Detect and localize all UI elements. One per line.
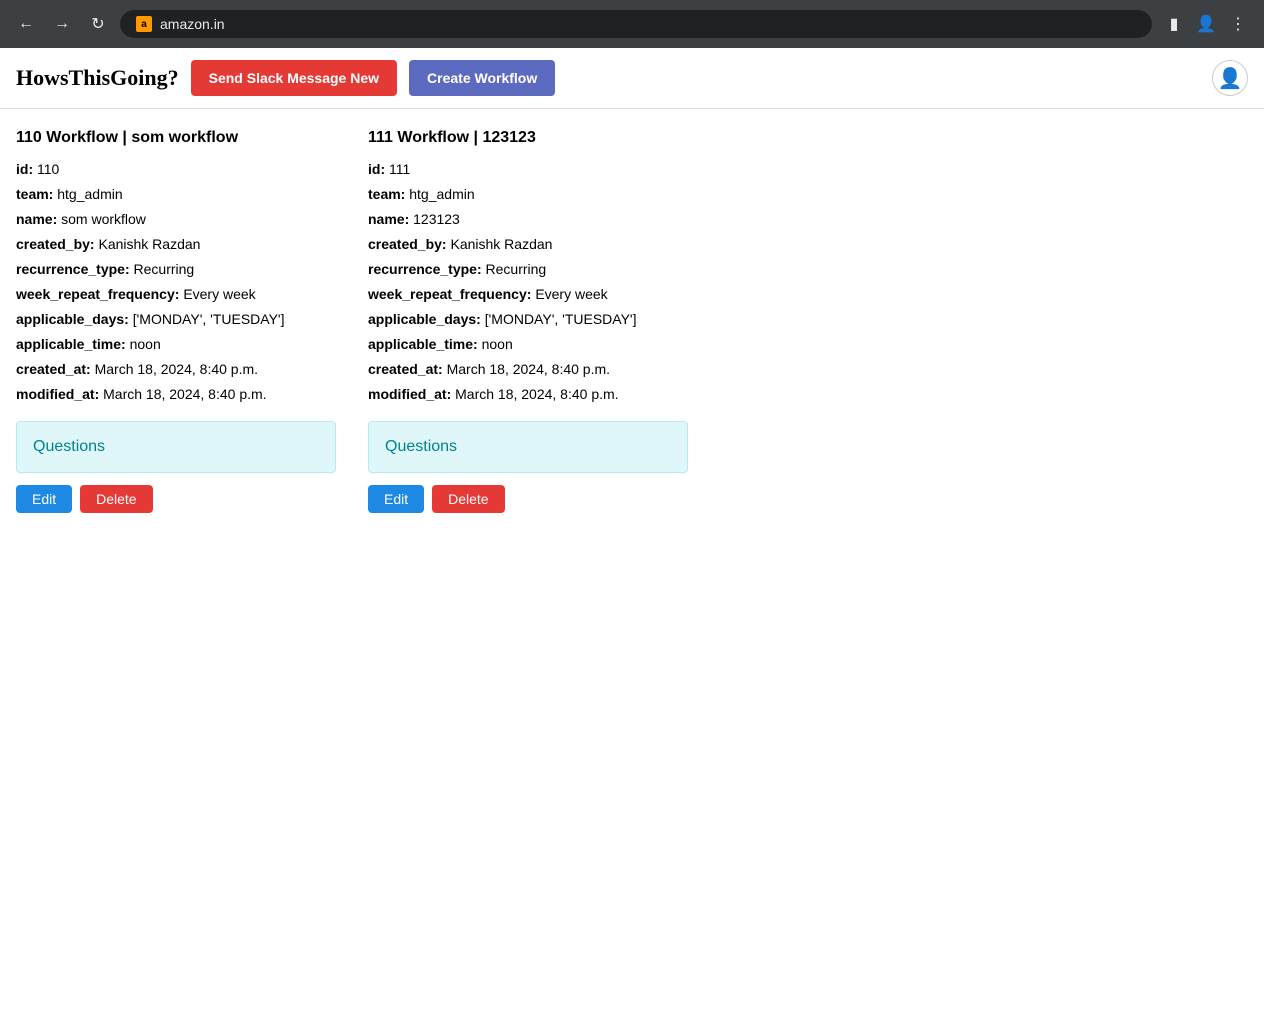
workflow-2-applicable-time-value: noon — [482, 336, 513, 352]
address-bar[interactable]: a amazon.in — [120, 10, 1152, 38]
workflow-1-team-value: htg_admin — [57, 186, 122, 202]
app-header: HowsThisGoing? Send Slack Message New Cr… — [0, 48, 1264, 109]
workflow-2-created-by-value: Kanishk Razdan — [450, 236, 552, 252]
applicable-time-label: applicable_time: — [16, 336, 126, 352]
workflow-2-week-freq-value: Every week — [535, 286, 607, 302]
created-by-label: created_by: — [16, 236, 95, 252]
workflow-card-1: 110 Workflow | som workflow id: 110 team… — [16, 129, 336, 513]
workflow-2-week-freq-field: week_repeat_frequency: Every week — [368, 284, 688, 305]
workflow-2-applicable-days-field: applicable_days: ['MONDAY', 'TUESDAY'] — [368, 309, 688, 330]
browser-right-icons: ▮ 👤 ⋮ — [1160, 10, 1252, 38]
workflow-1-questions-label: Questions — [33, 438, 105, 455]
workflow-2-created-at-field: created_at: March 18, 2024, 8:40 p.m. — [368, 359, 688, 380]
workflow-2-name-field: name: 123123 — [368, 209, 688, 230]
workflow-2-team-value: htg_admin — [409, 186, 474, 202]
workflow-1-week-freq-field: week_repeat_frequency: Every week — [16, 284, 336, 305]
workflow-1-id-field: id: 110 — [16, 159, 336, 180]
workflow-1-applicable-days-field: applicable_days: ['MONDAY', 'TUESDAY'] — [16, 309, 336, 330]
workflow-2-id-field: id: 111 — [368, 159, 688, 180]
workflow-1-delete-button[interactable]: Delete — [80, 485, 152, 513]
browser-chrome: ← → ↻ a amazon.in ▮ 👤 ⋮ — [0, 0, 1264, 48]
workflow-2-edit-button[interactable]: Edit — [368, 485, 424, 513]
workflow-1-recurrence-value: Recurring — [134, 261, 195, 277]
workflow-2-title: 111 Workflow | 123123 — [368, 129, 688, 147]
workflow-1-team-field: team: htg_admin — [16, 184, 336, 205]
menu-button[interactable]: ⋮ — [1224, 10, 1252, 38]
workflow-2-created-by-field: created_by: Kanishk Razdan — [368, 234, 688, 255]
workflow-2-modified-at-value: March 18, 2024, 8:40 p.m. — [455, 386, 618, 402]
team-label: team: — [16, 186, 53, 202]
workflow-2-questions-label: Questions — [385, 438, 457, 455]
recurrence-label-2: recurrence_type: — [368, 261, 482, 277]
workflow-2-team-field: team: htg_admin — [368, 184, 688, 205]
workflow-1-applicable-time-value: noon — [130, 336, 161, 352]
main-content: 110 Workflow | som workflow id: 110 team… — [0, 109, 1264, 533]
favicon: a — [136, 16, 152, 32]
applicable-days-label: applicable_days: — [16, 311, 129, 327]
workflow-2-applicable-days-value: ['MONDAY', 'TUESDAY'] — [485, 311, 637, 327]
id-label: id: — [16, 161, 33, 177]
applicable-days-label-2: applicable_days: — [368, 311, 481, 327]
workflow-1-created-by-field: created_by: Kanishk Razdan — [16, 234, 336, 255]
workflow-1-created-at-value: March 18, 2024, 8:40 p.m. — [95, 361, 258, 377]
reload-button[interactable]: ↻ — [84, 10, 112, 38]
user-avatar[interactable]: 👤 — [1212, 60, 1248, 96]
forward-button[interactable]: → — [48, 10, 76, 38]
workflow-card-2: 111 Workflow | 123123 id: 111 team: htg_… — [368, 129, 688, 513]
workflow-1-recurrence-field: recurrence_type: Recurring — [16, 259, 336, 280]
name-label: name: — [16, 211, 57, 227]
workflow-2-id-value: 111 — [389, 161, 410, 177]
workflow-1-name-field: name: som workflow — [16, 209, 336, 230]
workflow-1-created-by-value: Kanishk Razdan — [98, 236, 200, 252]
modified-at-label-2: modified_at: — [368, 386, 451, 402]
name-label-2: name: — [368, 211, 409, 227]
workflow-2-actions: Edit Delete — [368, 485, 688, 513]
url-text: amazon.in — [160, 16, 225, 32]
workflow-1-created-at-field: created_at: March 18, 2024, 8:40 p.m. — [16, 359, 336, 380]
created-at-label: created_at: — [16, 361, 91, 377]
profile-button[interactable]: 👤 — [1192, 10, 1220, 38]
created-by-label-2: created_by: — [368, 236, 447, 252]
workflow-2-delete-button[interactable]: Delete — [432, 485, 504, 513]
workflow-1-id-value: 110 — [37, 161, 59, 177]
workflow-1-title: 110 Workflow | som workflow — [16, 129, 336, 147]
applicable-time-label-2: applicable_time: — [368, 336, 478, 352]
workflow-1-week-freq-value: Every week — [183, 286, 255, 302]
id-label-2: id: — [368, 161, 385, 177]
workflow-2-name-value: 123123 — [413, 211, 460, 227]
workflow-1-actions: Edit Delete — [16, 485, 336, 513]
send-slack-button[interactable]: Send Slack Message New — [191, 60, 397, 96]
workflow-2-modified-at-field: modified_at: March 18, 2024, 8:40 p.m. — [368, 384, 688, 405]
sidebar-toggle-button[interactable]: ▮ — [1160, 10, 1188, 38]
team-label-2: team: — [368, 186, 405, 202]
workflow-1-edit-button[interactable]: Edit — [16, 485, 72, 513]
workflow-1-modified-at-value: March 18, 2024, 8:40 p.m. — [103, 386, 266, 402]
workflow-2-recurrence-field: recurrence_type: Recurring — [368, 259, 688, 280]
week-freq-label-2: week_repeat_frequency: — [368, 286, 531, 302]
workflow-1-modified-at-field: modified_at: March 18, 2024, 8:40 p.m. — [16, 384, 336, 405]
modified-at-label: modified_at: — [16, 386, 99, 402]
workflow-2-applicable-time-field: applicable_time: noon — [368, 334, 688, 355]
recurrence-label: recurrence_type: — [16, 261, 130, 277]
workflow-2-recurrence-value: Recurring — [486, 261, 547, 277]
back-button[interactable]: ← — [12, 10, 40, 38]
workflow-1-applicable-days-value: ['MONDAY', 'TUESDAY'] — [133, 311, 285, 327]
workflow-2-questions-box[interactable]: Questions — [368, 421, 688, 473]
workflow-2-created-at-value: March 18, 2024, 8:40 p.m. — [447, 361, 610, 377]
workflow-1-applicable-time-field: applicable_time: noon — [16, 334, 336, 355]
workflow-1-name-value: som workflow — [61, 211, 146, 227]
created-at-label-2: created_at: — [368, 361, 443, 377]
create-workflow-button[interactable]: Create Workflow — [409, 60, 555, 96]
week-freq-label: week_repeat_frequency: — [16, 286, 179, 302]
workflow-1-questions-box[interactable]: Questions — [16, 421, 336, 473]
app-logo: HowsThisGoing? — [16, 65, 179, 91]
